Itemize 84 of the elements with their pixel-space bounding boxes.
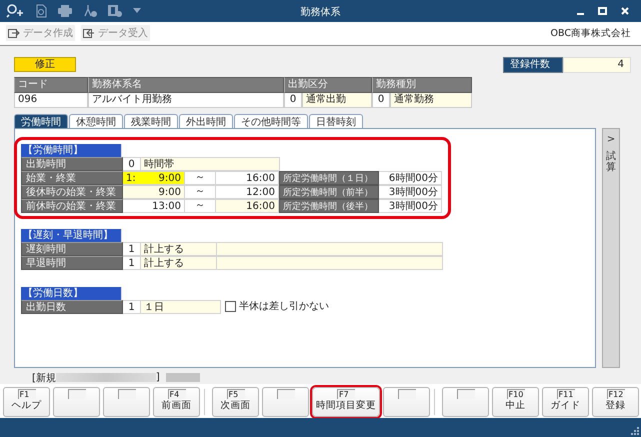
printer-icon[interactable]	[58, 4, 72, 17]
maximize-icon[interactable]	[598, 6, 607, 15]
column-header: コード	[14, 76, 88, 93]
table-cell: 通常出勤	[302, 92, 372, 108]
count-value: 4	[563, 56, 631, 73]
field-label: 早退時間	[21, 256, 123, 270]
tab[interactable]: 労働時間	[14, 114, 68, 128]
window-title: 勤務体系	[300, 6, 340, 19]
field-label: 所定労働時間（後半）	[279, 198, 379, 213]
function-key[interactable]: F11 ガイド	[542, 386, 589, 418]
search-page-icon[interactable]	[35, 4, 47, 18]
record-note: [新規	[32, 372, 56, 385]
section-title: 【労働時間】	[21, 144, 122, 157]
start-time: 13:00	[152, 200, 181, 212]
tool-check-icon[interactable]	[83, 4, 97, 18]
value-field: 計上する	[141, 256, 217, 270]
book-check-icon[interactable]	[108, 4, 122, 18]
field-label: 登録件数	[503, 56, 563, 73]
pattern-number: 1:	[126, 172, 136, 184]
zoom-in-icon[interactable]	[6, 4, 24, 18]
column-header: 出勤区分	[284, 76, 372, 93]
field-label: 出勤時間	[21, 156, 123, 171]
start-time: 9:00	[158, 186, 181, 198]
code-field: 1	[123, 242, 141, 256]
start-time: 9:00	[158, 172, 181, 184]
function-key[interactable]	[442, 386, 489, 418]
table-cell: 通常勤務	[390, 92, 472, 108]
field-label: 前休時の始業・終業	[21, 198, 123, 213]
import-icon	[83, 27, 95, 40]
tab[interactable]: 外出時間	[179, 114, 233, 128]
resize-grip-icon[interactable]	[631, 427, 639, 435]
redacted-text	[166, 373, 200, 382]
tab[interactable]: 残業時間	[124, 114, 178, 128]
value-field: 計上する	[141, 242, 217, 256]
value-field: 時間帯	[141, 156, 280, 171]
table-cell: 096	[14, 92, 88, 108]
mode-badge: 修正	[14, 57, 76, 72]
function-key[interactable]: F12 登録	[592, 386, 639, 418]
field-label: 遅刻時間	[21, 242, 123, 256]
company-name: OBC商事株式会社	[550, 26, 632, 40]
table-cell: 0	[372, 92, 390, 108]
field-label: 所定労働時間（前半）	[279, 184, 379, 199]
range-separator: ～	[195, 198, 205, 213]
column-header: 勤務種別	[372, 76, 472, 93]
field-label: 始業・終業	[21, 170, 123, 185]
function-key[interactable]	[383, 386, 430, 418]
field-label: 出勤日数	[21, 300, 123, 314]
field-label: 後休時の始業・終業	[21, 184, 123, 199]
time-field: 16:00	[216, 198, 279, 213]
function-key[interactable]: F4 前画面	[153, 386, 200, 418]
section-title: 【労働日数】	[21, 286, 122, 300]
tab[interactable]: その他時間等	[234, 114, 308, 128]
duration-value: 6時間00分	[379, 170, 442, 185]
section-title: 【遅刻・早退時間】	[21, 228, 122, 242]
time-field: 16:00	[216, 170, 279, 185]
checkbox[interactable]	[225, 301, 236, 312]
range-separator: ～	[195, 184, 205, 199]
range-separator: ～	[195, 170, 205, 185]
function-key[interactable]: F7 時間項目変更	[312, 386, 380, 418]
dropdown-icon[interactable]	[133, 8, 141, 14]
export-icon	[8, 27, 20, 40]
code-field: 1	[123, 256, 141, 270]
close-icon[interactable]	[621, 6, 629, 15]
time-field: 12:00	[216, 184, 279, 199]
function-key[interactable]	[103, 386, 150, 418]
column-header: 勤務体系名	[88, 76, 284, 93]
table-cell: 0	[284, 92, 302, 108]
value-field: １日	[141, 300, 221, 314]
function-key[interactable]: F10 中止	[492, 386, 539, 418]
field-label: 所定労働時間（１日）	[279, 170, 379, 185]
function-key[interactable]: F5 次画面	[212, 386, 259, 418]
function-key[interactable]: F1 ヘルプ	[3, 386, 50, 418]
code-field: 0	[123, 156, 141, 171]
table-cell: アルバイト用勤務	[88, 92, 284, 108]
function-key[interactable]	[262, 386, 309, 418]
function-key[interactable]	[53, 386, 100, 418]
duration-value: 3時間00分	[379, 198, 442, 213]
code-field: 1	[123, 300, 141, 314]
checkbox-label: 半休は差し引かない	[239, 300, 329, 314]
duration-value: 3時間00分	[379, 184, 442, 199]
tab[interactable]: 日替時刻	[309, 114, 363, 128]
tab[interactable]: 休憩時間	[69, 114, 123, 128]
side-tab[interactable]: > 試算	[602, 128, 620, 368]
record-note: ]	[156, 372, 160, 384]
